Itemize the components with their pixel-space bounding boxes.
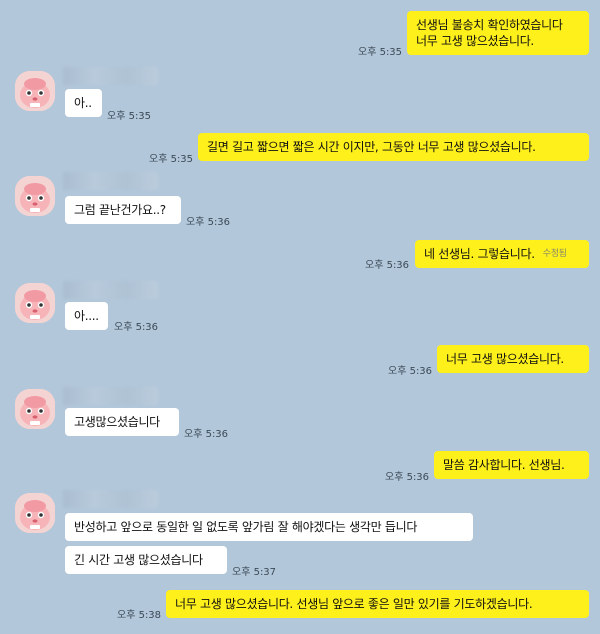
message-bubble-received[interactable]: 그럼 끝난건가요..? xyxy=(65,196,181,224)
message-text: 아.... xyxy=(74,309,99,323)
message-time: 오후 5:36 xyxy=(385,472,430,483)
message-bubble-sent[interactable]: 길면 길고 짧으면 짧은 시간 이지만, 그동안 너무 고생 많으셨습니다. xyxy=(198,133,589,161)
message-bubble-received[interactable]: 아.. xyxy=(65,89,102,117)
message-bubble-sent[interactable]: 너무 고생 많으셨습니다. xyxy=(437,345,589,373)
sender-name-redacted xyxy=(63,172,158,190)
profile-avatar[interactable] xyxy=(15,493,55,533)
message-time: 오후 5:36 xyxy=(186,217,231,228)
message-text: 아.. xyxy=(74,96,92,110)
profile-avatar[interactable] xyxy=(15,389,55,429)
message-text: 고생많으셨습니다 xyxy=(74,415,160,429)
message-text: 너무 고생 많으셨습니다. 선생님 앞으로 좋은 일만 있기를 기도하겠습니다. xyxy=(175,597,533,611)
message-text: 긴 시간 고생 많으셨습니다 xyxy=(74,553,203,567)
message-bubble-received[interactable]: 아.... xyxy=(65,302,108,330)
message-time: 오후 5:36 xyxy=(365,260,410,271)
message-text: 선생님 불송치 확인하였습니다 xyxy=(416,18,563,32)
message-time: 오후 5:35 xyxy=(358,47,403,58)
sender-name-redacted xyxy=(63,67,158,85)
profile-avatar[interactable] xyxy=(15,71,55,111)
message-time: 오후 5:36 xyxy=(388,366,433,377)
message-bubble-received[interactable]: 긴 시간 고생 많으셨습니다 xyxy=(65,546,227,574)
message-bubble-sent[interactable]: 너무 고생 많으셨습니다. 선생님 앞으로 좋은 일만 있기를 기도하겠습니다. xyxy=(166,590,589,618)
pink-character-avatar-icon xyxy=(15,71,55,111)
message-text: 너무 고생 많으셨습니다. xyxy=(446,352,564,366)
pink-character-avatar-icon xyxy=(15,283,55,323)
edited-label: 수정됨 xyxy=(542,249,567,259)
message-time: 오후 5:36 xyxy=(114,322,159,333)
message-text: 말씀 감사합니다. 선생님. xyxy=(443,458,565,472)
message-time: 오후 5:36 xyxy=(184,429,229,440)
message-time: 오후 5:35 xyxy=(107,111,152,122)
pink-character-avatar-icon xyxy=(15,389,55,429)
message-bubble-received[interactable]: 반성하고 앞으로 동일한 일 없도록 앞가림 잘 해야겠다는 생각만 듭니다 xyxy=(65,513,473,541)
message-text: 그럼 끝난건가요..? xyxy=(74,203,166,217)
message-bubble-received[interactable]: 고생많으셨습니다 xyxy=(65,408,179,436)
message-time: 오후 5:37 xyxy=(232,567,277,578)
message-text: 너무 고생 많으셨습니다. xyxy=(416,34,534,48)
message-bubble-sent[interactable]: 선생님 불송치 확인하였습니다 너무 고생 많으셨습니다. xyxy=(407,11,589,55)
sender-name-redacted xyxy=(63,490,158,508)
message-bubble-sent[interactable]: 네 선생님. 그렇습니다. 수정됨 xyxy=(415,240,589,268)
pink-character-avatar-icon xyxy=(15,176,55,216)
profile-avatar[interactable] xyxy=(15,176,55,216)
profile-avatar[interactable] xyxy=(15,283,55,323)
message-time: 오후 5:35 xyxy=(149,154,194,165)
message-text: 네 선생님. 그렇습니다. xyxy=(424,247,535,261)
message-time: 오후 5:38 xyxy=(117,610,162,621)
message-text: 길면 길고 짧으면 짧은 시간 이지만, 그동안 너무 고생 많으셨습니다. xyxy=(207,140,536,154)
sender-name-redacted xyxy=(63,387,158,405)
message-bubble-sent[interactable]: 말씀 감사합니다. 선생님. xyxy=(434,451,589,479)
message-text: 반성하고 앞으로 동일한 일 없도록 앞가림 잘 해야겠다는 생각만 듭니다 xyxy=(74,520,418,534)
pink-character-avatar-icon xyxy=(15,493,55,533)
sender-name-redacted xyxy=(63,281,158,299)
